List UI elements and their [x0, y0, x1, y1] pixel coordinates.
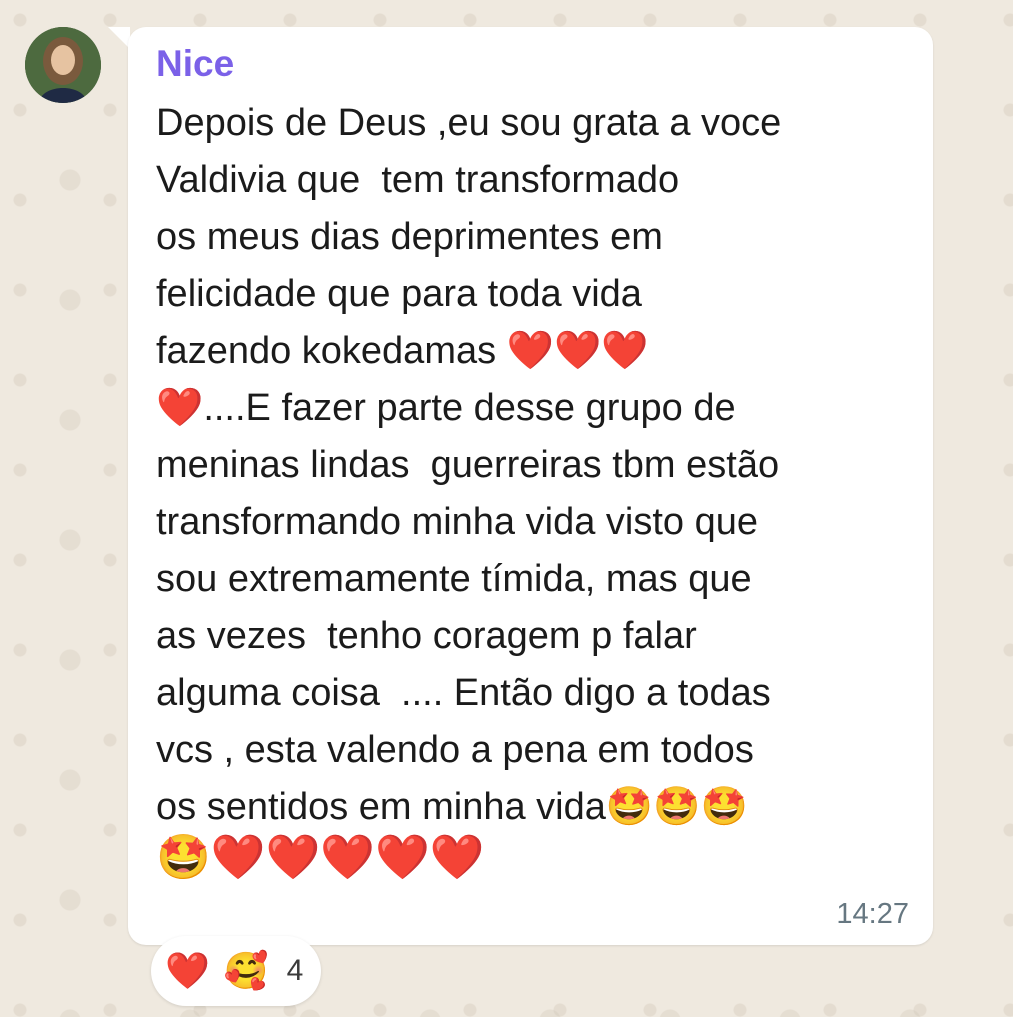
message-line: os meus dias deprimentes em — [156, 216, 663, 258]
message-line: 🤩❤️❤️❤️❤️❤️ — [156, 833, 485, 882]
message-line: vcs , esta valendo a pena em todos — [156, 729, 754, 771]
reactions-pill[interactable]: ❤️ 🥰 4 — [151, 936, 322, 1006]
message-line: meninas lindas guerreiras tbm estão — [156, 444, 780, 486]
message-line: fazendo kokedamas ❤️❤️❤️ — [156, 330, 649, 372]
sender-avatar[interactable] — [25, 27, 101, 103]
message-line: sou extremamente tímida, mas que — [156, 558, 752, 600]
reaction-count: 4 — [286, 954, 304, 987]
message-bubble[interactable]: Nice Depois de Deus ,eu sou grata a voce… — [128, 27, 933, 945]
message-line: alguma coisa .... Então digo a todas — [156, 672, 771, 714]
bubble-tail — [108, 27, 130, 49]
message-line: felicidade que para toda vida — [156, 273, 642, 315]
sender-name[interactable]: Nice — [156, 43, 234, 85]
message-line: transformando minha vida visto que — [156, 501, 758, 543]
avatar-photo-icon — [25, 27, 101, 103]
smiling-hearts-reaction-icon: 🥰 — [223, 950, 269, 991]
message-line: ❤️....E fazer parte desse grupo de — [156, 387, 736, 429]
message-line: Depois de Deus ,eu sou grata a voce — [156, 102, 782, 144]
message-text: Depois de Deus ,eu sou grata a voce Vald… — [156, 95, 916, 880]
message-line: as vezes tenho coragem p falar — [156, 615, 697, 657]
message-line: os sentidos em minha vida🤩🤩🤩 — [156, 786, 748, 828]
heart-reaction-icon: ❤️ — [165, 950, 210, 991]
message-line: Valdivia que tem transformado — [156, 159, 680, 201]
message-timestamp: 14:27 — [836, 898, 909, 930]
